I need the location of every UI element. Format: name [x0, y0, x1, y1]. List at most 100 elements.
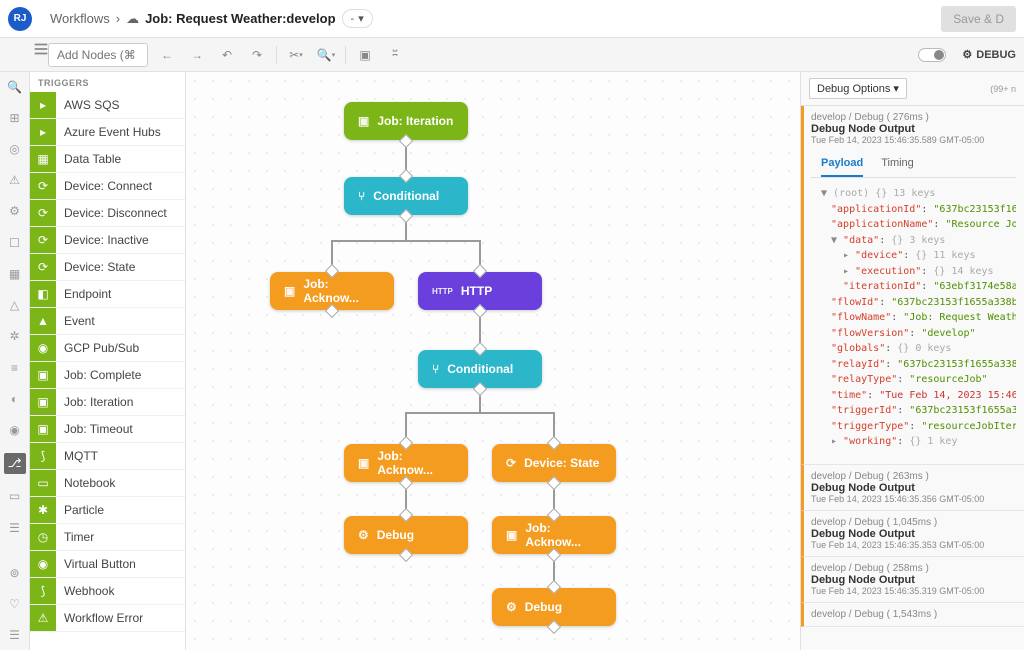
- palette-item[interactable]: ▣Job: Iteration: [30, 389, 185, 416]
- rail-7[interactable]: △: [6, 297, 24, 314]
- rail-3[interactable]: ⚠: [6, 172, 24, 189]
- add-nodes-input[interactable]: [48, 43, 148, 67]
- rail-2[interactable]: ◎: [6, 140, 24, 157]
- ack-icon: ▣: [284, 284, 295, 298]
- rail-8[interactable]: ✲: [6, 328, 24, 345]
- ack-icon: ▣: [506, 528, 517, 542]
- cloud-icon: ☁: [126, 11, 139, 27]
- rail-12[interactable]: ▭: [6, 488, 24, 505]
- debug-entry[interactable]: develop / Debug ( 263ms ) Debug Node Out…: [801, 465, 1024, 511]
- breadcrumb-job[interactable]: Job: Request Weather:develop: [145, 11, 335, 26]
- palette-item[interactable]: ⟳Device: Inactive: [30, 227, 185, 254]
- palette-item[interactable]: ⟳Device: Disconnect: [30, 200, 185, 227]
- node-icon: ▸: [30, 92, 56, 118]
- palette-item[interactable]: ▭Notebook: [30, 470, 185, 497]
- tool-a[interactable]: ▣: [354, 44, 376, 66]
- node-device-state[interactable]: ⟳Device: State: [492, 444, 616, 482]
- search-icon[interactable]: 🔍: [6, 78, 24, 95]
- node-conditional-2[interactable]: ⑂Conditional: [418, 350, 542, 388]
- node-job-ack-2[interactable]: ▣Job: Acknow...: [344, 444, 468, 482]
- rail-14[interactable]: ⊚: [6, 564, 24, 581]
- top-bar: RJ Workflows › ☁ Job: Request Weather:de…: [0, 0, 1024, 38]
- node-debug-2[interactable]: ⚙Debug: [492, 588, 616, 626]
- node-icon: ◉: [30, 551, 56, 577]
- bug-icon: ⚙: [506, 600, 517, 614]
- debug-entry[interactable]: develop / Debug ( 258ms ) Debug Node Out…: [801, 557, 1024, 603]
- sidebar-rail: 🔍 ⊞ ◎ ⚠ ⚙ ☐ ▦ △ ✲ ≡ ◐ ◉ ⎇ ▭ ☰ ⊚ ♡ ☰: [0, 72, 30, 650]
- forward-button[interactable]: →: [186, 44, 208, 66]
- bug-icon: ⚙: [358, 528, 369, 542]
- node-icon: ◷: [30, 524, 56, 550]
- rail-6[interactable]: ▦: [6, 265, 24, 282]
- palette-item[interactable]: ◧Endpoint: [30, 281, 185, 308]
- ack-icon: ▣: [358, 456, 369, 470]
- branch-icon: ⑂: [358, 189, 365, 203]
- payload-json[interactable]: ▼ (root) {} 13 keys "applicationId": "63…: [811, 178, 1016, 458]
- node-icon: ▲: [30, 308, 56, 334]
- palette-item[interactable]: ⚠Workflow Error: [30, 605, 185, 632]
- redo-button[interactable]: ↷: [246, 44, 268, 66]
- debug-entry[interactable]: develop / Debug ( 1,543ms ): [801, 603, 1024, 627]
- palette-item[interactable]: ▸Azure Event Hubs: [30, 119, 185, 146]
- toolbar: ← → ↶ ↷ ✂▾ 🔍▾ ▣ ⎶ ⚙ DEBUG: [0, 38, 1024, 72]
- palette-item[interactable]: ◉Virtual Button: [30, 551, 185, 578]
- rail-4[interactable]: ⚙: [6, 203, 24, 220]
- palette-item[interactable]: ▦Data Table: [30, 146, 185, 173]
- palette-item[interactable]: ⟳Device: State: [30, 254, 185, 281]
- palette-item[interactable]: ▣Job: Timeout: [30, 416, 185, 443]
- rail-15[interactable]: ♡: [6, 596, 24, 613]
- debug-entry[interactable]: develop / Debug ( 276ms ) Debug Node Out…: [801, 106, 1024, 465]
- version-pill[interactable]: - ▾: [342, 9, 373, 28]
- palette-item[interactable]: ⟳Device: Connect: [30, 173, 185, 200]
- palette-item[interactable]: ▲Event: [30, 308, 185, 335]
- rail-active[interactable]: ⎇: [4, 453, 26, 474]
- back-button[interactable]: ←: [156, 44, 178, 66]
- palette-item[interactable]: ⟆MQTT: [30, 443, 185, 470]
- workflow-canvas[interactable]: ▣Job: Iteration ⑂Conditional ▣Job: Ackno…: [186, 72, 800, 650]
- palette-item[interactable]: ◉GCP Pub/Sub: [30, 335, 185, 362]
- debug-entry[interactable]: develop / Debug ( 1,045ms ) Debug Node O…: [801, 511, 1024, 557]
- menu-toggle[interactable]: [32, 40, 50, 58]
- rail-16[interactable]: ☰: [6, 627, 24, 644]
- rail-13[interactable]: ☰: [6, 519, 24, 536]
- node-icon: ⟆: [30, 578, 56, 604]
- rail-11[interactable]: ◉: [6, 421, 24, 438]
- save-button: Save & D: [941, 6, 1016, 32]
- http-icon: HTTP: [432, 287, 453, 296]
- node-job-ack-1[interactable]: ▣Job: Acknow...: [270, 272, 394, 310]
- cut-button[interactable]: ✂▾: [285, 44, 307, 66]
- node-icon: ⟳: [30, 173, 56, 199]
- tab-payload[interactable]: Payload: [821, 151, 863, 177]
- node-icon: ⟳: [30, 200, 56, 226]
- debug-options-dropdown[interactable]: Debug Options ▾: [809, 78, 907, 99]
- node-job-iteration[interactable]: ▣Job: Iteration: [344, 102, 468, 140]
- node-icon: ◧: [30, 281, 56, 307]
- debug-count: (99+ n: [990, 84, 1016, 94]
- node-http[interactable]: HTTPHTTP: [418, 272, 542, 310]
- tool-b[interactable]: ⎶: [384, 44, 406, 66]
- node-job-ack-3[interactable]: ▣Job: Acknow...: [492, 516, 616, 554]
- node-debug-1[interactable]: ⚙Debug: [344, 516, 468, 554]
- palette-item[interactable]: ⟆Webhook: [30, 578, 185, 605]
- palette-item[interactable]: ▣Job: Complete: [30, 362, 185, 389]
- chevron-down-icon: ▾: [893, 82, 899, 95]
- undo-button[interactable]: ↶: [216, 44, 238, 66]
- rail-10[interactable]: ◐: [6, 390, 24, 407]
- node-icon: ⟳: [30, 254, 56, 280]
- rail-1[interactable]: ⊞: [6, 109, 24, 126]
- palette-item[interactable]: ▸AWS SQS: [30, 92, 185, 119]
- debug-toggle[interactable]: [918, 48, 946, 62]
- bug-icon: ⚙: [962, 48, 972, 61]
- node-palette: TRIGGERS ▸AWS SQS ▸Azure Event Hubs ▦Dat…: [30, 72, 186, 650]
- iteration-icon: ▣: [358, 114, 369, 128]
- node-icon: ⟳: [30, 227, 56, 253]
- zoom-button[interactable]: 🔍▾: [315, 44, 337, 66]
- palette-item[interactable]: ✱Particle: [30, 497, 185, 524]
- tab-timing[interactable]: Timing: [881, 151, 914, 177]
- rail-5[interactable]: ☐: [6, 234, 24, 251]
- breadcrumb-workflows[interactable]: Workflows: [50, 11, 110, 26]
- palette-item[interactable]: ◷Timer: [30, 524, 185, 551]
- node-conditional-1[interactable]: ⑂Conditional: [344, 177, 468, 215]
- avatar[interactable]: RJ: [8, 7, 32, 31]
- rail-9[interactable]: ≡: [6, 359, 24, 376]
